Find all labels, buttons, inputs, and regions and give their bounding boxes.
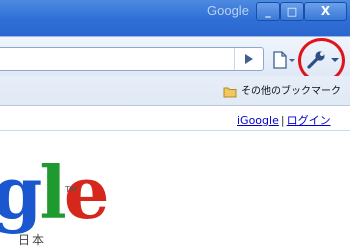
login-link[interactable]: ログイン (287, 114, 331, 127)
window-brand: Google (207, 3, 249, 18)
minimize-button[interactable]: _ (256, 2, 280, 21)
top-links: iGoogle | ログイン (237, 112, 331, 128)
maximize-button[interactable]: □ (280, 2, 304, 21)
play-arrow-icon (245, 54, 253, 64)
go-button[interactable] (234, 48, 262, 70)
close-button[interactable]: X (304, 2, 347, 21)
page-icon (273, 51, 295, 69)
logo-letter-l: l (39, 150, 66, 235)
other-bookmarks-label: その他のブックマーク (241, 86, 341, 97)
link-separator: | (280, 114, 285, 127)
folder-icon (223, 87, 237, 98)
address-bar[interactable] (0, 47, 264, 71)
logo-letter-g: g (0, 150, 42, 235)
logo-region-label: 日本 (18, 233, 47, 247)
google-logo: gle (0, 150, 110, 235)
top-divider (0, 130, 350, 131)
page-menu-button[interactable] (271, 50, 297, 70)
igoogle-link[interactable]: iGoogle (237, 114, 279, 127)
logo-trademark: TM (65, 185, 77, 194)
